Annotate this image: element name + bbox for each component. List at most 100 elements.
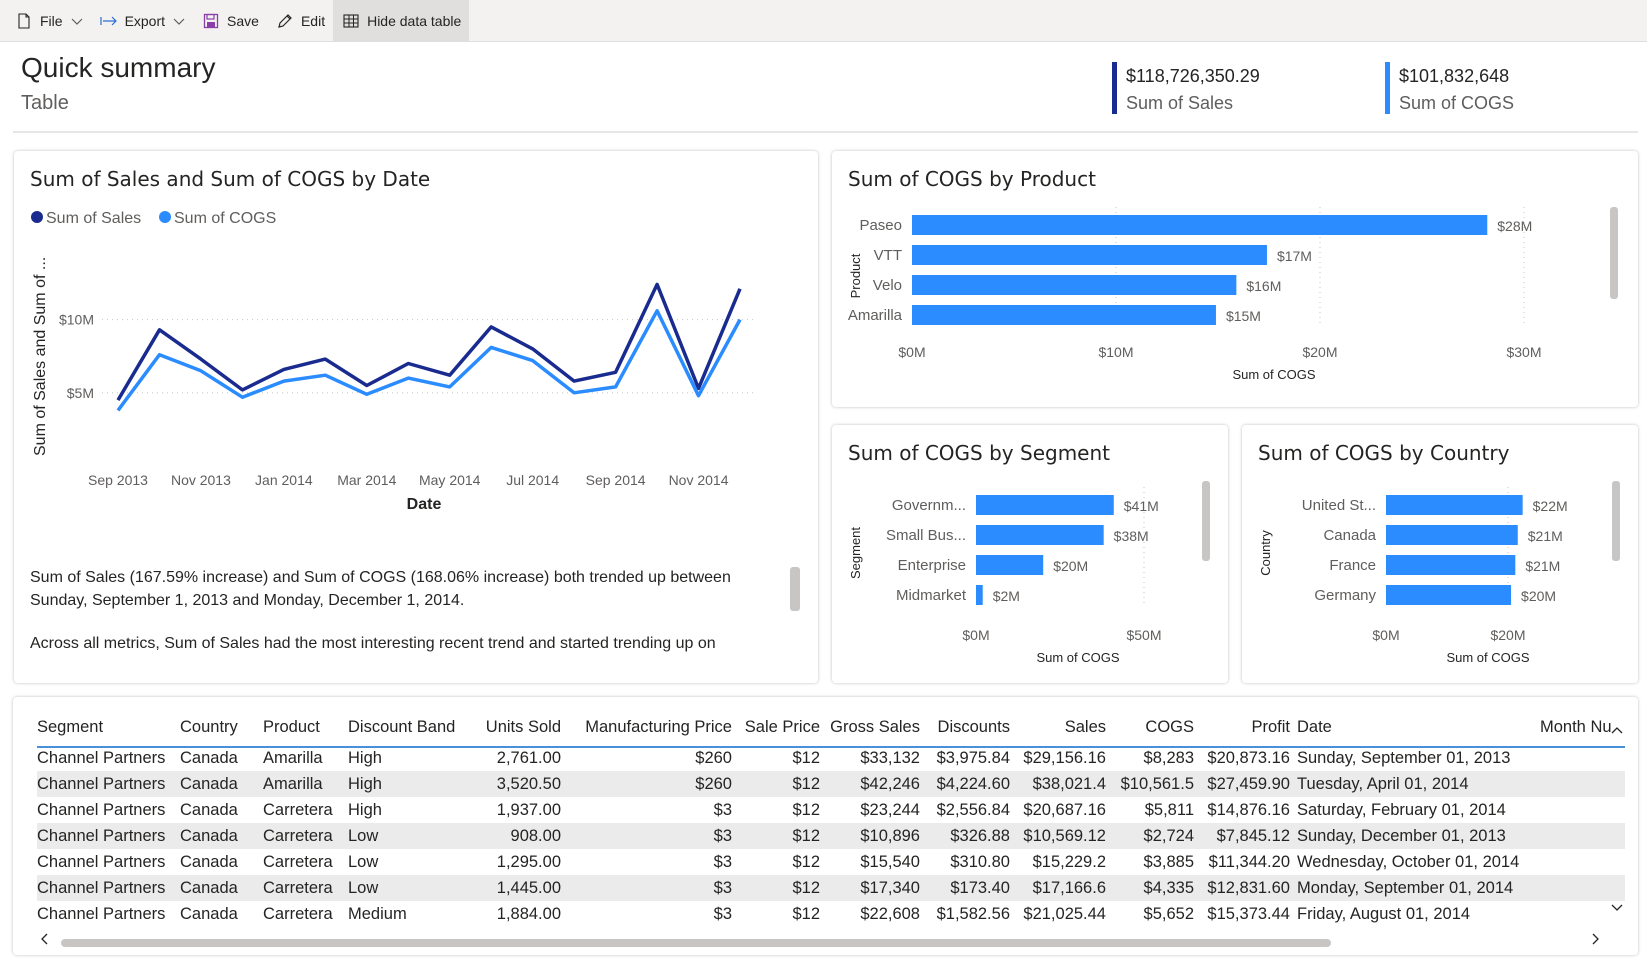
x-tick-label: Nov 2013	[171, 472, 231, 488]
table-cell: $8,283	[1143, 748, 1194, 767]
table-cell: Low	[348, 823, 474, 849]
data-table-card[interactable]: Segment Country Product Discount Band Units …	[13, 697, 1638, 955]
table-cell: 1,937.00	[496, 800, 561, 819]
x-tick-label: Jan 2014	[255, 472, 313, 488]
bar	[912, 305, 1216, 325]
table-cell: $11,344.20	[1208, 852, 1290, 871]
x-tick-label: $10M	[1098, 344, 1133, 360]
column-header[interactable]: Segment	[37, 709, 180, 745]
file-menu-button[interactable]: File	[6, 0, 91, 42]
table-cell: Amarilla	[263, 771, 348, 797]
column-header[interactable]: Product	[263, 709, 348, 745]
table-cell: $38,021.4	[1017, 771, 1113, 797]
data-label: $2M	[993, 588, 1020, 604]
table-cell: $3	[568, 875, 739, 901]
hide-data-table-button[interactable]: Hide data table	[333, 0, 470, 42]
column-header[interactable]: Manufacturing Price	[568, 709, 739, 745]
table-cell: Channel Partners	[37, 904, 166, 923]
narrative-paragraph: Sum of Sales (167.59% increase) and Sum …	[30, 569, 731, 609]
x-axis-title: Sum of COGS	[1232, 367, 1315, 382]
y-axis-title: Country	[1258, 530, 1273, 576]
cogs-by-segment-card[interactable]: Sum of COGS by Segment $0M $50M Governm...…	[832, 425, 1228, 683]
table-cell: $3,975.84	[936, 748, 1010, 767]
x-tick-label: Mar 2014	[337, 472, 396, 488]
table-horizontal-scrollbar[interactable]	[61, 939, 1331, 947]
narrative-paragraph: Across all metrics, Sum of Sales had the…	[30, 635, 716, 652]
table-cell: $10,561.5	[1113, 771, 1201, 797]
line-chart-card[interactable]: Sum of Sales and Sum of COGS by Date Sum…	[14, 151, 818, 683]
bar	[976, 525, 1104, 545]
file-label: File	[40, 12, 63, 29]
table-cell: 3,520.50	[474, 771, 568, 797]
category-label: Midmarket	[896, 587, 967, 604]
bar	[912, 215, 1488, 235]
table-cell: $12	[739, 771, 827, 797]
line-chart: Sum of Sales Sum of COGS $5M $10M Sum of Sal…	[31, 210, 754, 513]
save-button[interactable]: Save	[193, 0, 267, 42]
scroll-left-icon[interactable]	[39, 933, 49, 945]
cogs-by-country-card[interactable]: Sum of COGS by Country $0M $20M United St.…	[1242, 425, 1638, 683]
category-label: VTT	[874, 247, 902, 264]
edit-button[interactable]: Edit	[267, 0, 333, 42]
table-cell: Low	[348, 852, 379, 871]
table-cell: $260	[568, 771, 739, 797]
x-axis-title: Date	[407, 496, 442, 513]
table-cell: Channel Partners	[37, 875, 180, 901]
table-row[interactable]: Channel Partners Canada Carretera Low 908.00…	[37, 823, 1625, 849]
column-header[interactable]: Profit	[1201, 709, 1297, 745]
table-cell: $310.80	[950, 852, 1010, 871]
table-cell: $3,885	[1143, 852, 1194, 871]
table-cell: $12	[792, 800, 820, 819]
cogs-by-country-chart: $0M $20M United St... $22M Canada $21M France $…	[1258, 487, 1568, 665]
scroll-up-icon[interactable]	[1611, 725, 1623, 735]
table-cell: $15,540	[860, 852, 920, 871]
category-label: Small Bus...	[886, 527, 966, 544]
legend-label: Sum of COGS	[174, 210, 276, 227]
column-header[interactable]: Gross Sales	[827, 709, 927, 745]
table-cell	[1540, 797, 1625, 823]
category-label: Velo	[873, 277, 902, 294]
table-cell: Canada	[180, 823, 263, 849]
column-header[interactable]: Sale Price	[739, 709, 827, 745]
product-chart-scrollbar[interactable]	[1610, 207, 1618, 299]
table-cell: Wednesday, October 01, 2014	[1297, 852, 1520, 871]
table-cell: 908.00	[474, 823, 568, 849]
category-label: Governm...	[892, 497, 966, 514]
column-header[interactable]: Date	[1297, 709, 1540, 745]
table-cell: $3	[568, 823, 739, 849]
table-row[interactable]: Channel Partners Canada Carretera Low 1,445.…	[37, 875, 1625, 901]
table-row[interactable]: Channel Partners Canada Carretera High 1,937…	[37, 797, 1625, 823]
segment-chart-scrollbar[interactable]	[1202, 481, 1210, 561]
table-cell: $3	[713, 800, 732, 819]
country-chart-scrollbar[interactable]	[1612, 481, 1620, 561]
table-cell: $20,873.16	[1207, 748, 1290, 767]
export-menu-button[interactable]: Export	[91, 0, 193, 42]
table-cell: $10,896	[827, 823, 927, 849]
scroll-down-icon[interactable]	[1611, 903, 1623, 913]
table-cell: Amarilla	[263, 748, 323, 767]
category-label: Amarilla	[848, 307, 903, 324]
column-header[interactable]: Country	[180, 709, 263, 745]
file-icon	[14, 11, 34, 31]
table-row[interactable]: Channel Partners Canada Carretera Low 1,295.…	[37, 849, 1625, 875]
scroll-right-icon[interactable]	[1591, 933, 1601, 945]
column-header[interactable]: Discount Band	[348, 709, 474, 745]
table-cell: Sunday, September 01, 2013	[1297, 748, 1511, 767]
table-row[interactable]: Channel Partners Canada Amarilla High 2,761.…	[37, 745, 1625, 771]
table-cell: High	[348, 771, 474, 797]
toolbar: File Export Save Edit Hide data table	[0, 0, 1647, 42]
column-header[interactable]: Units Sold	[474, 709, 568, 745]
cogs-by-product-card[interactable]: Sum of COGS by Product $0M $10M $20M $30M Pa…	[832, 151, 1638, 407]
column-header[interactable]: COGS	[1113, 709, 1201, 745]
table-cell: $23,244	[860, 800, 920, 819]
table-row[interactable]: Channel Partners Canada Carretera Medium 1,8…	[37, 901, 1625, 927]
narrative-scrollbar[interactable]	[790, 567, 800, 611]
table-cell: Medium	[348, 904, 407, 923]
export-icon	[99, 11, 119, 31]
table-row[interactable]: Channel Partners Canada Amarilla High 3,520.…	[37, 771, 1625, 797]
column-header[interactable]: Sales	[1017, 709, 1113, 745]
column-header[interactable]: Discounts	[927, 709, 1017, 745]
table-cell: Canada	[180, 875, 263, 901]
table-cell: Channel Partners	[37, 823, 180, 849]
table-cell: Channel Partners	[37, 852, 166, 871]
